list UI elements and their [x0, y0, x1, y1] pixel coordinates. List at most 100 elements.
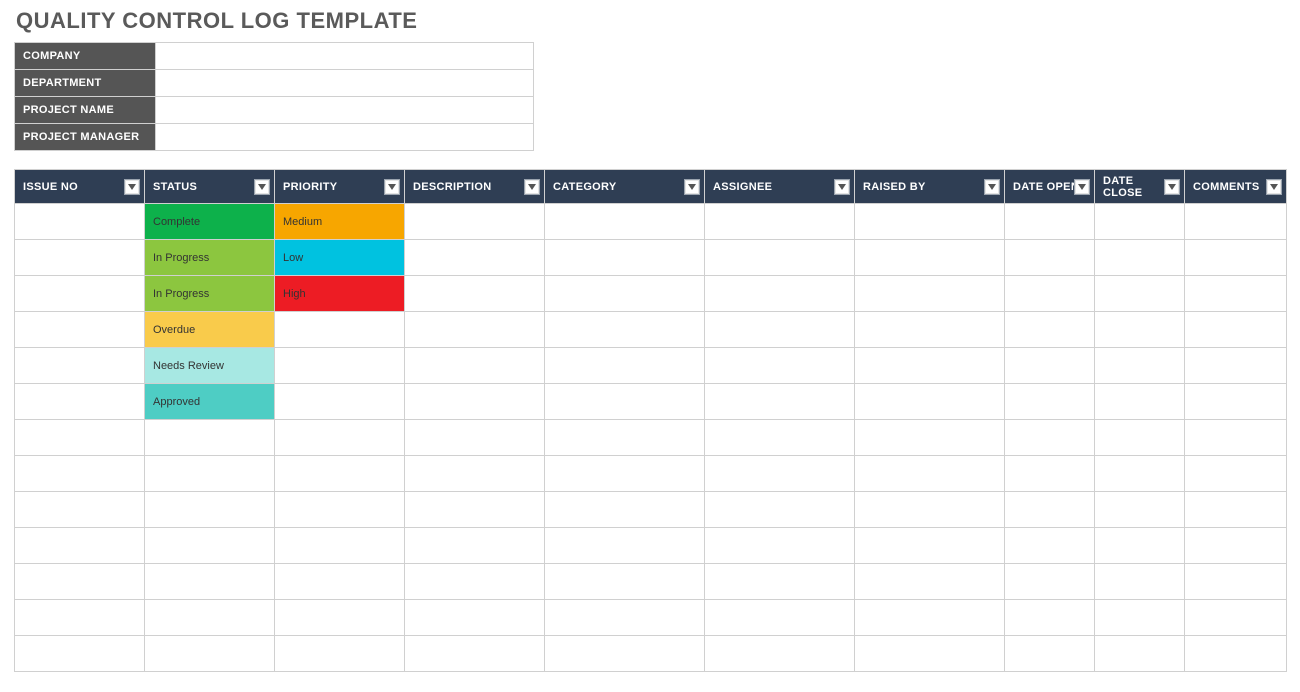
- cell-comments[interactable]: [1185, 492, 1287, 528]
- col-header-date_open[interactable]: DATE OPEN: [1005, 170, 1095, 204]
- cell-issue_no[interactable]: [15, 240, 145, 276]
- cell-category[interactable]: [545, 636, 705, 672]
- cell-date_open[interactable]: [1005, 636, 1095, 672]
- cell-issue_no[interactable]: [15, 384, 145, 420]
- project-name-value[interactable]: [156, 97, 534, 124]
- cell-status[interactable]: In Progress: [145, 240, 275, 276]
- cell-raised_by[interactable]: [855, 636, 1005, 672]
- cell-description[interactable]: [405, 636, 545, 672]
- cell-category[interactable]: [545, 240, 705, 276]
- cell-category[interactable]: [545, 456, 705, 492]
- cell-raised_by[interactable]: [855, 492, 1005, 528]
- cell-date_close[interactable]: [1095, 600, 1185, 636]
- cell-description[interactable]: [405, 384, 545, 420]
- col-header-priority[interactable]: PRIORITY: [275, 170, 405, 204]
- cell-raised_by[interactable]: [855, 384, 1005, 420]
- cell-date_close[interactable]: [1095, 420, 1185, 456]
- filter-dropdown-icon[interactable]: [1074, 179, 1090, 195]
- cell-raised_by[interactable]: [855, 276, 1005, 312]
- cell-category[interactable]: [545, 564, 705, 600]
- filter-dropdown-icon[interactable]: [984, 179, 1000, 195]
- cell-priority[interactable]: [275, 528, 405, 564]
- cell-description[interactable]: [405, 348, 545, 384]
- cell-category[interactable]: [545, 312, 705, 348]
- cell-priority[interactable]: [275, 420, 405, 456]
- cell-issue_no[interactable]: [15, 312, 145, 348]
- cell-issue_no[interactable]: [15, 528, 145, 564]
- cell-date_close[interactable]: [1095, 528, 1185, 564]
- cell-issue_no[interactable]: [15, 492, 145, 528]
- cell-date_close[interactable]: [1095, 348, 1185, 384]
- cell-issue_no[interactable]: [15, 636, 145, 672]
- filter-dropdown-icon[interactable]: [384, 179, 400, 195]
- filter-dropdown-icon[interactable]: [124, 179, 140, 195]
- cell-description[interactable]: [405, 312, 545, 348]
- cell-date_open[interactable]: [1005, 492, 1095, 528]
- col-header-description[interactable]: DESCRIPTION: [405, 170, 545, 204]
- cell-status[interactable]: [145, 600, 275, 636]
- cell-date_close[interactable]: [1095, 456, 1185, 492]
- cell-status[interactable]: In Progress: [145, 276, 275, 312]
- cell-description[interactable]: [405, 492, 545, 528]
- filter-dropdown-icon[interactable]: [1164, 179, 1180, 195]
- cell-description[interactable]: [405, 456, 545, 492]
- cell-date_open[interactable]: [1005, 204, 1095, 240]
- cell-status[interactable]: Approved: [145, 384, 275, 420]
- cell-raised_by[interactable]: [855, 348, 1005, 384]
- cell-date_close[interactable]: [1095, 492, 1185, 528]
- filter-dropdown-icon[interactable]: [524, 179, 540, 195]
- cell-assignee[interactable]: [705, 564, 855, 600]
- cell-raised_by[interactable]: [855, 528, 1005, 564]
- cell-status[interactable]: [145, 528, 275, 564]
- col-header-date_close[interactable]: DATE CLOSE: [1095, 170, 1185, 204]
- cell-comments[interactable]: [1185, 276, 1287, 312]
- cell-comments[interactable]: [1185, 600, 1287, 636]
- filter-dropdown-icon[interactable]: [254, 179, 270, 195]
- cell-description[interactable]: [405, 240, 545, 276]
- cell-comments[interactable]: [1185, 636, 1287, 672]
- col-header-category[interactable]: CATEGORY: [545, 170, 705, 204]
- cell-date_open[interactable]: [1005, 420, 1095, 456]
- cell-date_open[interactable]: [1005, 240, 1095, 276]
- cell-description[interactable]: [405, 204, 545, 240]
- cell-assignee[interactable]: [705, 600, 855, 636]
- cell-raised_by[interactable]: [855, 420, 1005, 456]
- cell-priority[interactable]: [275, 456, 405, 492]
- cell-raised_by[interactable]: [855, 600, 1005, 636]
- cell-issue_no[interactable]: [15, 420, 145, 456]
- cell-priority[interactable]: [275, 312, 405, 348]
- cell-date_open[interactable]: [1005, 276, 1095, 312]
- cell-description[interactable]: [405, 564, 545, 600]
- cell-issue_no[interactable]: [15, 348, 145, 384]
- cell-assignee[interactable]: [705, 312, 855, 348]
- cell-date_open[interactable]: [1005, 600, 1095, 636]
- cell-category[interactable]: [545, 528, 705, 564]
- cell-raised_by[interactable]: [855, 204, 1005, 240]
- col-header-status[interactable]: STATUS: [145, 170, 275, 204]
- cell-description[interactable]: [405, 276, 545, 312]
- cell-raised_by[interactable]: [855, 564, 1005, 600]
- cell-status[interactable]: [145, 456, 275, 492]
- cell-category[interactable]: [545, 492, 705, 528]
- cell-priority[interactable]: [275, 348, 405, 384]
- cell-assignee[interactable]: [705, 204, 855, 240]
- cell-assignee[interactable]: [705, 420, 855, 456]
- cell-description[interactable]: [405, 528, 545, 564]
- cell-assignee[interactable]: [705, 384, 855, 420]
- cell-category[interactable]: [545, 204, 705, 240]
- cell-date_close[interactable]: [1095, 564, 1185, 600]
- cell-assignee[interactable]: [705, 528, 855, 564]
- col-header-issue_no[interactable]: ISSUE NO: [15, 170, 145, 204]
- cell-comments[interactable]: [1185, 312, 1287, 348]
- cell-comments[interactable]: [1185, 348, 1287, 384]
- cell-status[interactable]: Complete: [145, 204, 275, 240]
- cell-category[interactable]: [545, 420, 705, 456]
- cell-date_open[interactable]: [1005, 312, 1095, 348]
- cell-comments[interactable]: [1185, 456, 1287, 492]
- cell-date_open[interactable]: [1005, 528, 1095, 564]
- col-header-assignee[interactable]: ASSIGNEE: [705, 170, 855, 204]
- cell-assignee[interactable]: [705, 636, 855, 672]
- project-manager-value[interactable]: [156, 124, 534, 151]
- cell-priority[interactable]: High: [275, 276, 405, 312]
- cell-issue_no[interactable]: [15, 564, 145, 600]
